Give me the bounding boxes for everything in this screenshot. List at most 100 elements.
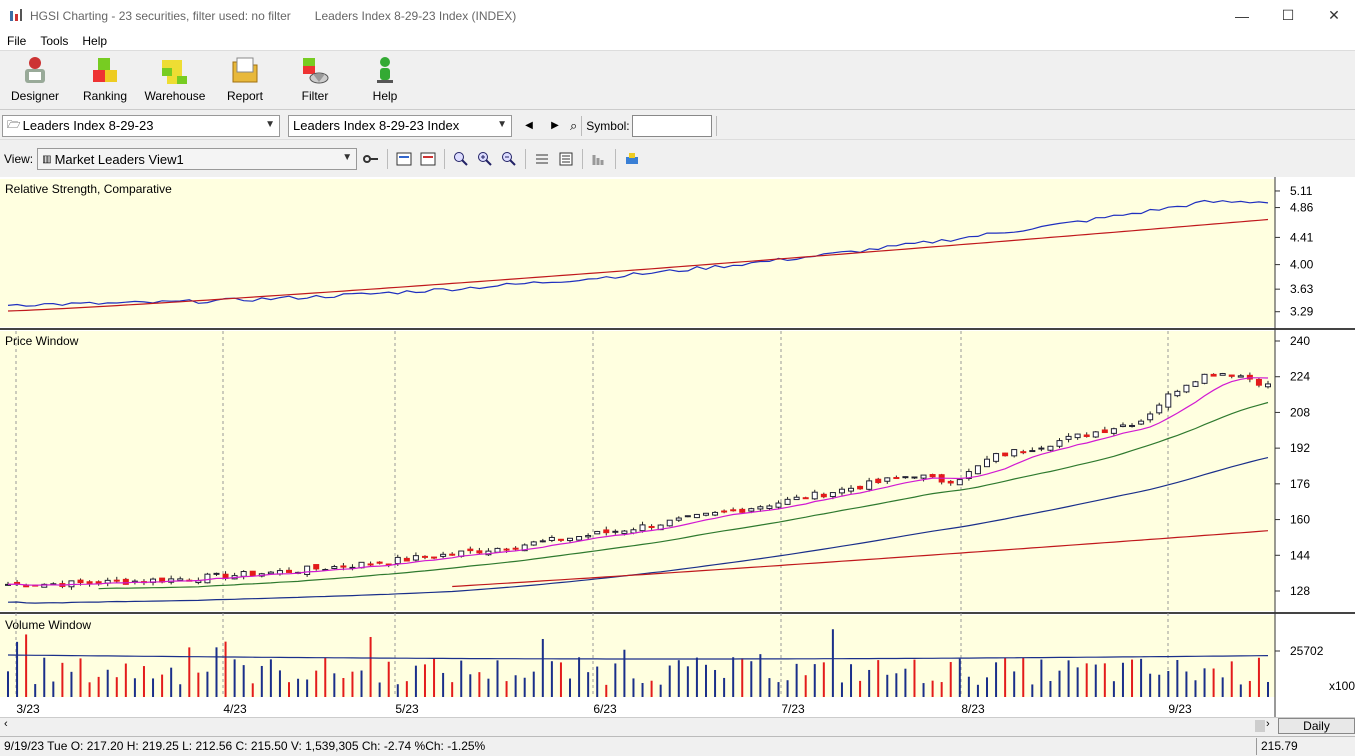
- toolbar-separator: [581, 115, 583, 136]
- price-candle: [68, 580, 75, 588]
- price-candle: [1174, 390, 1181, 397]
- edit-properties-icon[interactable]: [418, 149, 438, 169]
- rs-pane-title: Relative Strength, Comparative: [5, 182, 172, 196]
- menu-file[interactable]: File: [0, 34, 33, 48]
- horizontal-scrollbar[interactable]: ‹ › Daily: [0, 717, 1355, 734]
- designer-button[interactable]: Designer: [0, 52, 70, 108]
- vol-pane-background: [0, 615, 1275, 697]
- price-candle: [1038, 447, 1045, 450]
- zoom-icon[interactable]: [451, 149, 471, 169]
- print-icon[interactable]: [622, 149, 642, 169]
- app-window: HGSI Charting - 23 securities, filter us…: [0, 0, 1355, 756]
- price-candle: [983, 458, 990, 468]
- price-candle: [449, 553, 456, 556]
- toolbar-separator: [525, 149, 527, 169]
- scroll-left-icon[interactable]: ‹: [4, 718, 8, 730]
- security-select[interactable]: Leaders Index 8-29-23 Index ▼: [288, 114, 512, 137]
- price-candle: [766, 505, 773, 509]
- toolbar-separator: [387, 149, 389, 169]
- price-candle: [666, 519, 673, 527]
- menu-tools[interactable]: Tools: [33, 34, 75, 48]
- price-candle: [240, 571, 247, 577]
- price-candle: [77, 579, 84, 584]
- price-candle: [784, 498, 791, 505]
- chevron-down-icon: ▼: [342, 152, 353, 163]
- list-select[interactable]: 🗁 Leaders Index 8-29-23 ▼: [2, 114, 280, 137]
- price-candle: [267, 571, 274, 575]
- maximize-button[interactable]: ☐: [1265, 0, 1311, 31]
- x-axis-label: 6/23: [593, 702, 617, 716]
- menu-bar: File Tools Help: [0, 31, 1355, 51]
- view-select[interactable]: ▥ Market Leaders View1 ▼: [37, 148, 358, 170]
- scroll-right-icon[interactable]: ›: [1266, 718, 1270, 730]
- price-candle: [1219, 373, 1226, 376]
- price-candle: [1265, 383, 1271, 388]
- price-candle: [993, 453, 1000, 462]
- price-candle: [757, 506, 764, 510]
- zoom-out-icon[interactable]: [499, 149, 519, 169]
- chart-type-icon[interactable]: [589, 149, 609, 169]
- price-candle: [1129, 424, 1136, 427]
- price-candle: [286, 569, 293, 573]
- price-candle: [412, 555, 419, 561]
- chevron-down-icon: ▼: [265, 118, 275, 130]
- price-candle: [440, 553, 447, 557]
- properties-icon[interactable]: [394, 149, 414, 169]
- price-candle: [213, 572, 220, 575]
- price-candle: [1002, 452, 1009, 457]
- list-icon[interactable]: [556, 149, 576, 169]
- price-candle: [594, 530, 601, 535]
- next-security-button[interactable]: ▶: [546, 120, 564, 131]
- price-tick-label: 144: [1290, 548, 1310, 562]
- binoculars-icon[interactable]: ⌕: [570, 118, 577, 134]
- price-candle: [1192, 381, 1199, 387]
- report-icon: [232, 57, 258, 83]
- price-candle: [820, 493, 827, 498]
- price-candle: [693, 513, 700, 519]
- price-candle: [684, 515, 691, 518]
- x-axis-label: 4/23: [223, 702, 247, 716]
- price-candle: [467, 548, 474, 552]
- x-axis-label: 9/23: [1168, 702, 1192, 716]
- price-candle: [548, 536, 555, 541]
- key-icon[interactable]: [361, 149, 381, 169]
- previous-security-button[interactable]: ◀: [520, 120, 538, 131]
- price-candle: [86, 581, 93, 584]
- scroll-thumb[interactable]: [1255, 720, 1265, 732]
- menu-help[interactable]: Help: [75, 34, 114, 48]
- rs-tick-label: 5.11: [1290, 184, 1313, 198]
- help-button[interactable]: Help: [350, 52, 420, 108]
- price-candle: [748, 508, 755, 512]
- price-candle: [838, 488, 845, 494]
- price-candle: [1020, 451, 1027, 454]
- price-candle: [1029, 450, 1036, 453]
- price-candle: [1047, 445, 1054, 451]
- price-candle: [1074, 433, 1081, 439]
- price-candle: [603, 529, 610, 534]
- status-price-divider: [1256, 738, 1257, 755]
- price-candle: [367, 563, 374, 566]
- price-candle: [911, 476, 918, 479]
- price-candle: [884, 477, 891, 482]
- price-tick-label: 192: [1290, 441, 1310, 455]
- price-candle: [857, 485, 864, 490]
- price-tick-label: 176: [1290, 477, 1310, 491]
- report-button[interactable]: Report: [210, 52, 280, 108]
- symbol-input[interactable]: [631, 114, 712, 137]
- minimize-button[interactable]: —: [1219, 0, 1265, 31]
- ranking-icon: [93, 58, 117, 82]
- ranking-button[interactable]: Ranking: [70, 52, 140, 108]
- price-candle: [122, 578, 129, 585]
- close-button[interactable]: ✕: [1311, 0, 1355, 31]
- zoom-in-icon[interactable]: [475, 149, 495, 169]
- price-candle: [1228, 374, 1235, 377]
- period-button[interactable]: Daily: [1278, 718, 1355, 734]
- warehouse-button[interactable]: Warehouse: [140, 52, 210, 108]
- navigation-bar: 🗁 Leaders Index 8-29-23 ▼ Leaders Index …: [0, 112, 1355, 140]
- main-toolbar: Designer Ranking Warehouse Report Filter…: [0, 52, 1355, 110]
- rs-tick-label: 3.63: [1290, 282, 1314, 296]
- x-axis-label: 8/23: [961, 702, 985, 716]
- chart-area[interactable]: 3/23 4/23 5/23 6/23 7/23 8/23 9/23 Relative Str…: [0, 177, 1355, 717]
- filter-button[interactable]: Filter: [280, 52, 350, 108]
- bar-style-icon[interactable]: [532, 149, 552, 169]
